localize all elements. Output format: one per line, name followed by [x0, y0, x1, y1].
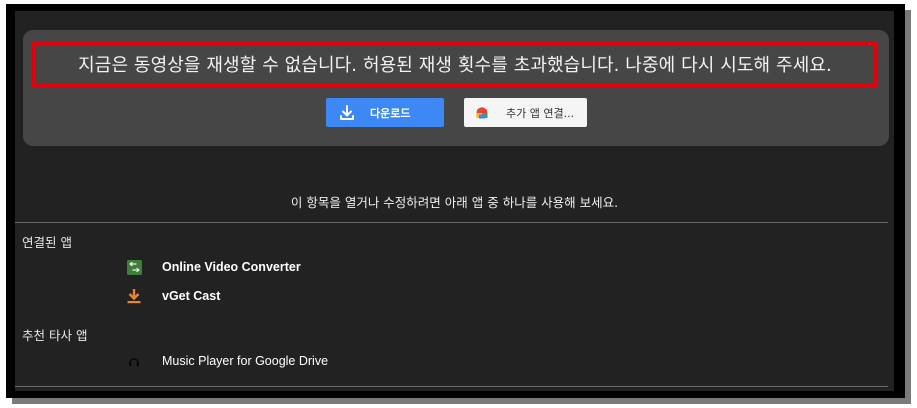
playback-error-message: 지금은 동영상을 재생할 수 없습니다. 허용된 재생 횟수를 초과했습니다. …	[78, 55, 832, 76]
connect-more-apps-label: 추가 앱 연결...	[506, 106, 575, 120]
video-converter-icon	[126, 259, 142, 275]
error-highlight-box: 지금은 동영상을 재생할 수 없습니다. 허용된 재생 횟수를 초과했습니다. …	[32, 41, 878, 87]
drive-preview-screen: 지금은 동영상을 재생할 수 없습니다. 허용된 재생 횟수를 초과했습니다. …	[15, 11, 894, 391]
google-apps-icon	[476, 106, 488, 118]
app-item-vget-cast[interactable]: vGet Cast	[126, 288, 220, 304]
connect-more-apps-button[interactable]: 추가 앱 연결...	[464, 98, 587, 127]
app-item-online-video-converter[interactable]: Online Video Converter	[126, 259, 301, 275]
open-with-instructions: 이 항목을 열거나 수정하려면 아래 앱 중 하나를 사용해 보세요.	[290, 195, 619, 210]
download-icon	[340, 104, 354, 120]
playback-error-panel: 지금은 동영상을 재생할 수 없습니다. 허용된 재생 횟수를 초과했습니다. …	[23, 30, 889, 146]
download-arrow-icon	[126, 288, 142, 304]
section-divider	[15, 222, 888, 223]
bottom-divider	[15, 386, 888, 387]
app-name: vGet Cast	[162, 289, 221, 303]
download-button[interactable]: 다운로드	[326, 98, 444, 127]
frame-shadow-bottom	[12, 398, 911, 404]
app-item-music-player[interactable]: Music Player for Google Drive	[126, 353, 328, 369]
connected-apps-heading: 연결된 앱	[22, 235, 72, 250]
headphones-icon	[126, 353, 142, 369]
download-button-label: 다운로드	[370, 106, 411, 120]
app-name: Online Video Converter	[162, 260, 301, 274]
frame-shadow-right	[905, 10, 911, 402]
suggested-apps-heading: 추천 타사 앱	[22, 328, 88, 343]
screenshot-frame: 지금은 동영상을 재생할 수 없습니다. 허용된 재생 횟수를 초과했습니다. …	[6, 4, 905, 398]
app-name: Music Player for Google Drive	[162, 354, 329, 368]
